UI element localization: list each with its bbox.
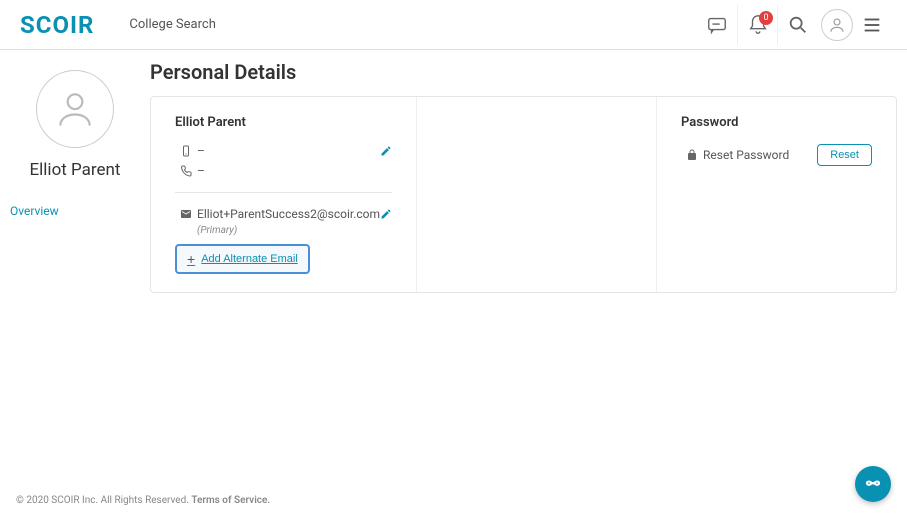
- email-primary-tag: (Primary): [197, 225, 392, 236]
- password-section: Password Reset Password Reset: [657, 97, 896, 292]
- add-alternate-email-button[interactable]: + Add Alternate Email: [175, 244, 310, 274]
- email-icon: [175, 208, 197, 220]
- plus-icon: +: [187, 251, 195, 267]
- header-actions: 0: [697, 5, 887, 45]
- footer: © 2020 SCOIR Inc. All Rights Reserved. T…: [16, 495, 270, 506]
- lock-icon: [681, 149, 703, 161]
- notifications-icon[interactable]: 0: [737, 5, 777, 45]
- middle-section: [417, 97, 657, 292]
- page-title: Personal Details: [150, 60, 897, 84]
- profile-name: Elliot Parent: [10, 160, 140, 180]
- phone-value: –: [197, 164, 392, 178]
- mobile-icon: [175, 145, 197, 157]
- user-menu-avatar[interactable]: [817, 5, 857, 45]
- mobile-row: –: [175, 144, 392, 158]
- nav-college-search[interactable]: College Search: [129, 17, 215, 32]
- profile-avatar: [36, 70, 114, 148]
- email-row: Elliot+ParentSuccess2@scoir.com: [175, 207, 392, 221]
- help-fab[interactable]: [855, 466, 891, 502]
- phone-row: –: [175, 164, 392, 178]
- chat-icon[interactable]: [697, 5, 737, 45]
- sidebar-item-overview[interactable]: Overview: [10, 204, 140, 218]
- sidebar: Elliot Parent Overview: [10, 60, 140, 293]
- reset-password-row: Reset Password Reset: [681, 144, 872, 166]
- password-title: Password: [681, 115, 872, 130]
- logo[interactable]: SCOIR: [20, 11, 94, 39]
- reset-button[interactable]: Reset: [817, 144, 872, 166]
- footer-copyright: © 2020 SCOIR Inc. All Rights Reserved.: [16, 495, 189, 506]
- details-card: Elliot Parent – –: [150, 96, 897, 293]
- notifications-badge: 0: [759, 11, 773, 25]
- footer-tos-link[interactable]: Terms of Service.: [191, 495, 270, 506]
- hamburger-menu-icon[interactable]: [857, 5, 887, 45]
- header: SCOIR College Search 0: [0, 0, 907, 50]
- email-value: Elliot+ParentSuccess2@scoir.com: [197, 207, 380, 221]
- edit-email-button[interactable]: [380, 208, 392, 220]
- edit-mobile-button[interactable]: [380, 145, 392, 157]
- contact-name: Elliot Parent: [175, 115, 392, 130]
- contact-section: Elliot Parent – –: [151, 97, 417, 292]
- mobile-value: –: [197, 144, 380, 158]
- add-alternate-email-label: Add Alternate Email: [201, 253, 298, 265]
- reset-password-label: Reset Password: [703, 148, 807, 162]
- phone-icon: [175, 165, 197, 177]
- search-icon[interactable]: [777, 5, 817, 45]
